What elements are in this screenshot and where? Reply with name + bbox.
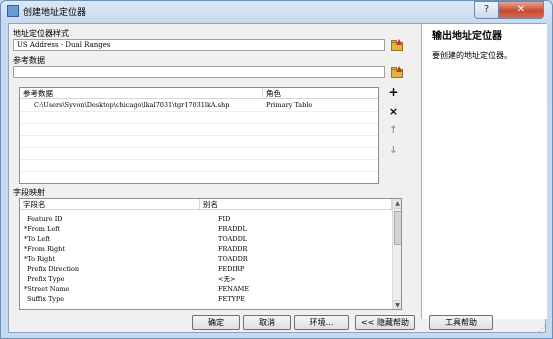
ok-button[interactable]: 确定	[192, 315, 240, 330]
field-mapping-table: 字段名 别名 Feature ID FID *From Left FRADDL …	[19, 198, 402, 310]
mapping-field[interactable]: *To Left	[24, 234, 50, 244]
tool-help-button[interactable]: 工具帮助	[429, 315, 493, 330]
column-header-data[interactable]: 参考数据	[20, 88, 263, 99]
reference-table: 参考数据 角色 C:\Users\Syvon\Desktop\chicago\l…	[19, 87, 379, 184]
mapping-field[interactable]: *From Right	[24, 244, 65, 254]
mapping-alias[interactable]: FRADDR	[218, 244, 247, 254]
move-up-button[interactable]: ↑	[387, 124, 400, 137]
mapping-field[interactable]: *To Right	[24, 254, 55, 264]
close-button[interactable]: ✕	[498, 1, 544, 19]
mapping-field[interactable]: *Street Name	[24, 284, 69, 294]
mapping-field[interactable]: Feature ID	[27, 214, 62, 224]
folder-open-icon[interactable]: ▲	[389, 38, 405, 54]
title-bar[interactable]: 创建地址定位器 ? ✕	[1, 1, 552, 23]
cancel-button[interactable]: 取消	[243, 315, 291, 330]
move-down-button[interactable]: ↓	[387, 144, 400, 157]
column-header-field[interactable]: 字段名	[20, 199, 200, 210]
column-header-alias[interactable]: 别名	[200, 199, 392, 210]
resize-grip-icon[interactable]: ⋰	[538, 324, 546, 333]
table-cell-data[interactable]: C:\Users\Syvon\Desktop\chicago\lkal7031\…	[34, 100, 229, 110]
help-title: 输出地址定位器	[432, 31, 502, 42]
app-icon	[7, 5, 19, 17]
mapping-alias[interactable]: FETYPE	[218, 294, 245, 304]
mapping-alias[interactable]: FID	[218, 214, 230, 224]
style-label: 地址定位器样式	[13, 29, 69, 38]
dialog-client: 地址定位器样式 US Address - Dual Ranges ▲ 参考数据 …	[8, 23, 547, 333]
mapping-alias[interactable]: TOADDL	[218, 234, 247, 244]
mapping-field[interactable]: Prefix Type	[27, 274, 64, 284]
mapping-alias[interactable]: FEDIRP	[218, 264, 244, 274]
folder-open-icon[interactable]: ▲	[389, 65, 405, 81]
column-header-role[interactable]: 角色	[263, 88, 378, 99]
help-button[interactable]: ?	[474, 1, 499, 19]
dialog-window: 创建地址定位器 ? ✕ 地址定位器样式 US Address - Dual Ra…	[0, 0, 553, 339]
mapping-field[interactable]: Suffix Type	[27, 294, 64, 304]
help-text: 要创建的地址定位器。	[432, 51, 512, 60]
mapping-alias[interactable]: FRADDL	[218, 224, 247, 234]
remove-button[interactable]: ×	[387, 105, 400, 118]
mapping-scrollbar[interactable]: ▲ ▼	[392, 199, 401, 309]
mapping-label: 字段映射	[13, 188, 45, 197]
mapping-field[interactable]: Prefix Direction	[27, 264, 79, 274]
reference-field[interactable]	[13, 66, 385, 78]
add-button[interactable]: +	[387, 86, 400, 99]
mapping-field[interactable]: *From Left	[24, 224, 60, 234]
help-panel: 输出地址定位器 要创建的地址定位器。	[421, 24, 547, 319]
scroll-down-icon[interactable]: ▼	[393, 300, 401, 309]
scroll-up-icon[interactable]: ▲	[393, 199, 401, 209]
scroll-thumb[interactable]	[394, 211, 401, 245]
reference-label: 参考数据	[13, 56, 45, 65]
mapping-alias[interactable]: FENAME	[218, 284, 249, 294]
mapping-alias[interactable]: <无>	[218, 274, 235, 284]
table-cell-role[interactable]: Primary Table	[266, 100, 312, 110]
mapping-alias[interactable]: TOADDR	[218, 254, 248, 264]
window-title: 创建地址定位器	[23, 8, 87, 18]
hide-help-button[interactable]: << 隐藏帮助	[355, 315, 415, 330]
environments-button[interactable]: 环境...	[294, 315, 349, 330]
style-field[interactable]: US Address - Dual Ranges	[13, 39, 385, 51]
